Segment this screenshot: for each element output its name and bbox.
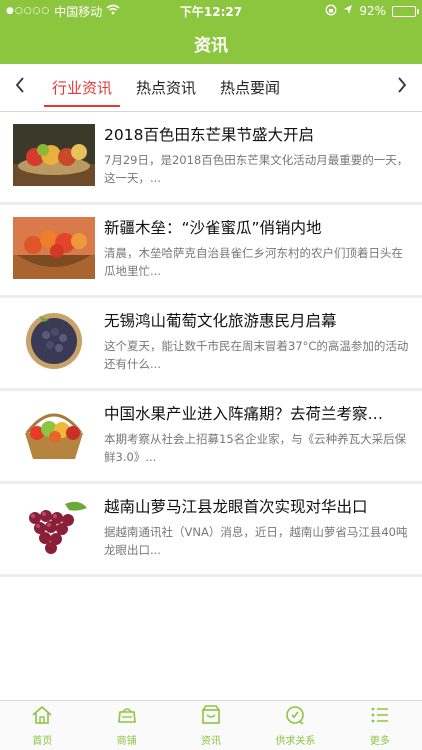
rotation-lock-icon: [325, 4, 337, 19]
article-thumbnail: [13, 310, 95, 372]
chevron-right-icon: [397, 77, 407, 98]
shop-icon: [116, 704, 138, 732]
bottom-tab-label: 资讯: [201, 736, 222, 747]
battery-percent: 92%: [359, 4, 386, 18]
tab-hot-news[interactable]: 热点资讯: [128, 64, 204, 111]
chevron-left-icon: [15, 77, 25, 98]
category-tabs: 行业资讯 热点资讯 热点要闻: [0, 64, 422, 112]
article-summary: 清晨，木垒哈萨克自治县雀仁乡河东村的农户们顶着日头在瓜地里忙...: [104, 246, 403, 278]
tab-label: 热点资讯: [136, 79, 197, 97]
tab-headlines[interactable]: 热点要闻: [212, 64, 288, 111]
list-item[interactable]: 新疆木垒：“沙雀蜜瓜”俏销内地 清晨，木垒哈萨克自治县雀仁乡河东村的农户们顶着日…: [0, 205, 422, 298]
bottom-tab-supply[interactable]: 供求关系: [253, 701, 337, 750]
tab-label: 热点要闻: [220, 79, 281, 97]
list-item[interactable]: 2018百色田东芒果节盛大开启 7月29日，是2018百色田东芒果文化活动月最重…: [0, 112, 422, 205]
article-thumbnail: [13, 403, 95, 465]
nav-bar: 资讯: [0, 22, 422, 64]
article-summary: 本期考察从社会上招募15名企业家，与《云种养瓦大采后保鲜3.0》...: [104, 432, 407, 464]
bottom-tab-news[interactable]: 资讯: [169, 701, 253, 750]
article-summary: 据越南通讯社（VNA）消息，近日，越南山萝省马江县40吨龙眼出口...: [104, 525, 408, 557]
battery-icon: [392, 5, 419, 17]
bottom-tab-shop[interactable]: 商铺: [84, 701, 168, 750]
article-summary: 7月29日，是2018百色田东芒果文化活动月最重要的一天，这一天，...: [104, 153, 409, 185]
home-icon: [31, 704, 53, 732]
page-title: 资讯: [194, 35, 228, 56]
article-list: 2018百色田东芒果节盛大开启 7月29日，是2018百色田东芒果文化活动月最重…: [0, 112, 422, 577]
news-icon: [200, 704, 222, 732]
article-title: 中国水果产业进入阵痛期？去荷兰考察…: [104, 405, 384, 423]
bottom-tab-label: 商铺: [116, 736, 137, 747]
list-item[interactable]: 越南山萝马江县龙眼首次实现对华出口 据越南通讯社（VNA）消息，近日，越南山萝省…: [0, 484, 422, 577]
article-thumbnail: [13, 124, 95, 186]
tabs-next-button[interactable]: [382, 64, 422, 111]
bottom-tab-label: 更多: [369, 736, 390, 747]
bottom-tab-label: 首页: [32, 736, 53, 747]
article-title: 无锡鸿山葡萄文化旅游惠民月启幕: [104, 312, 337, 330]
article-title: 2018百色田东芒果节盛大开启: [104, 126, 314, 144]
bottom-tab-bar: 首页 商铺 资讯 供求关系 更多: [0, 700, 422, 750]
more-icon: [369, 704, 391, 732]
article-summary: 这个夏天，能让数千市民在周末冒着37°C的高温参加的活动还有什么...: [104, 339, 409, 371]
article-title: 越南山萝马江县龙眼首次实现对华出口: [104, 498, 368, 516]
tab-label: 行业资讯: [52, 79, 113, 97]
list-item[interactable]: 中国水果产业进入阵痛期？去荷兰考察… 本期考察从社会上招募15名企业家，与《云种…: [0, 391, 422, 484]
bottom-tab-label: 供求关系: [275, 736, 316, 747]
bottom-tab-home[interactable]: 首页: [0, 701, 84, 750]
tab-industry-news[interactable]: 行业资讯: [44, 64, 121, 111]
article-thumbnail: [13, 496, 95, 558]
supply-icon: [284, 704, 306, 732]
bottom-tab-more[interactable]: 更多: [338, 701, 422, 750]
article-title: 新疆木垒：“沙雀蜜瓜”俏销内地: [104, 219, 322, 237]
tabs-prev-button[interactable]: [0, 64, 40, 111]
status-bar: ●○○○○ 中国移动 下午12:27 92%: [0, 0, 422, 22]
location-icon: [343, 4, 353, 18]
list-item[interactable]: 无锡鸿山葡萄文化旅游惠民月启幕 这个夏天，能让数千市民在周末冒着37°C的高温参…: [0, 298, 422, 391]
article-thumbnail: [13, 217, 95, 279]
